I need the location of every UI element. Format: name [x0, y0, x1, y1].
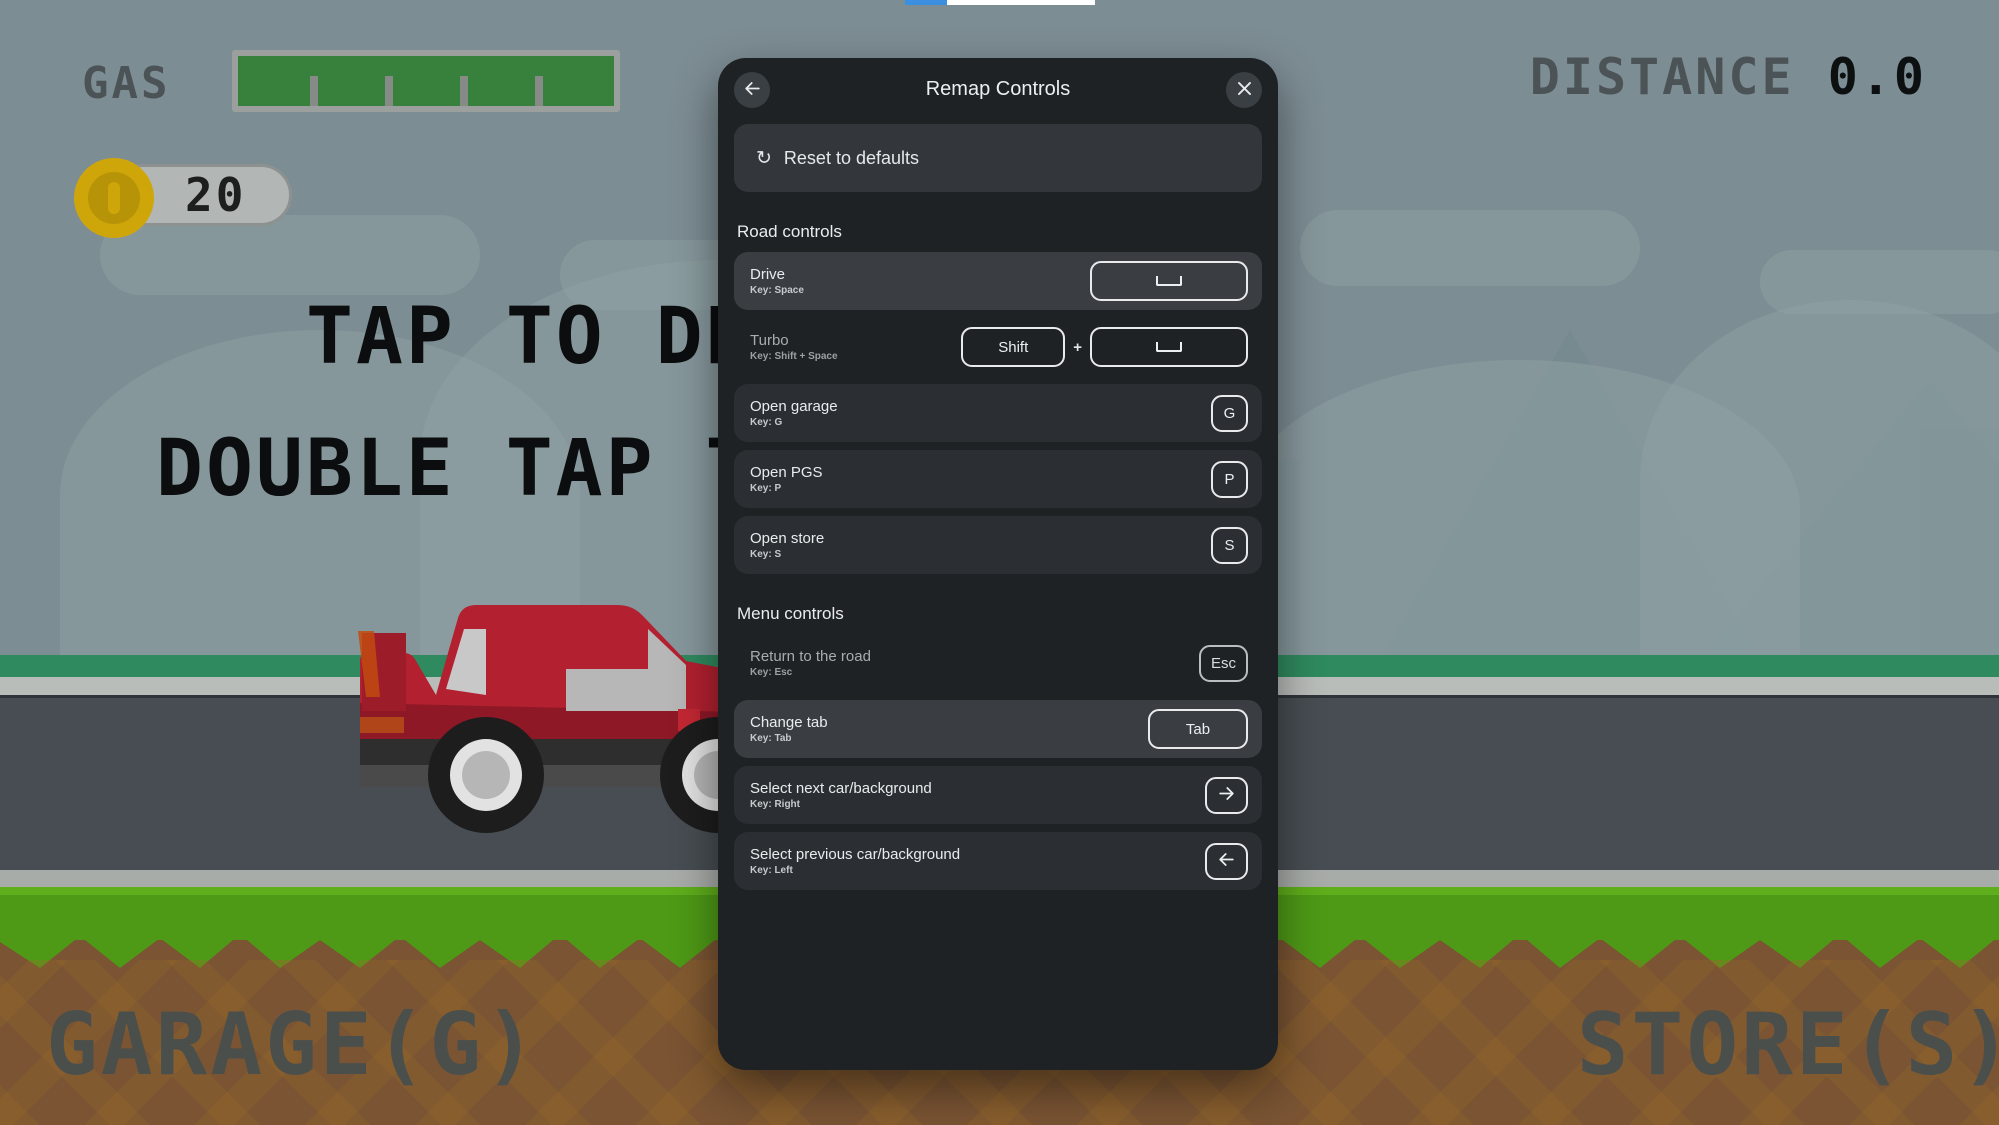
control-key: Key: S [750, 549, 782, 560]
remap-controls-dialog: Remap Controls ↻ Reset to defaults Road … [718, 58, 1278, 1070]
reset-to-defaults-label: Reset to defaults [783, 147, 920, 168]
control-name: Open PGS [750, 464, 823, 481]
control-row-return-to-road[interactable]: Return to the road Key: Esc Esc [734, 634, 1262, 692]
control-row-text: Return to the road Key: Esc [750, 648, 871, 678]
space-bar-icon [1156, 342, 1182, 352]
keycap-g[interactable]: G [1211, 394, 1248, 432]
control-row-text: Open PGS Key: P [750, 464, 823, 494]
control-name: Turbo [750, 332, 789, 349]
keycap-s[interactable]: S [1211, 526, 1248, 564]
control-name: Select next car/background [750, 780, 932, 797]
section-title-road-controls: Road controls [737, 222, 842, 241]
control-row-select-previous[interactable]: Select previous car/background Key: Left [734, 832, 1262, 890]
dialog-body: ↻ Reset to defaults Road controls Drive … [718, 120, 1278, 1070]
control-row-text: Drive Key: Space [750, 266, 804, 296]
keycap-arrow-right[interactable] [1205, 776, 1248, 814]
control-name: Open store [750, 530, 825, 547]
reset-icon: ↻ [756, 147, 772, 169]
dialog-title: Remap Controls [925, 77, 1071, 100]
control-row-change-tab[interactable]: Change tab Key: Tab Tab [734, 700, 1262, 758]
control-name: Return to the road [750, 648, 871, 665]
keycap-shift[interactable]: Shift [961, 327, 1066, 367]
combo-plus: + [1073, 338, 1082, 356]
control-key: Key: Shift + Space [750, 351, 838, 362]
keycap-combo: Shift + [961, 327, 1248, 367]
control-key: Key: Right [750, 799, 800, 810]
control-name: Change tab [750, 714, 828, 731]
section-title-menu-controls: Menu controls [737, 604, 844, 623]
control-row-turbo[interactable]: Turbo Key: Shift + Space Shift + [734, 318, 1262, 376]
keycap-space[interactable] [1090, 327, 1248, 367]
control-row-open-pgs[interactable]: Open PGS Key: P P [734, 450, 1262, 508]
close-icon [1235, 79, 1254, 101]
close-button[interactable] [1226, 72, 1262, 108]
reset-to-defaults-button[interactable]: ↻ Reset to defaults [734, 124, 1262, 192]
control-key: Key: Space [750, 285, 804, 296]
back-button[interactable] [734, 72, 770, 108]
arrow-left-icon [743, 79, 762, 101]
control-key: Key: G [750, 417, 783, 428]
control-key: Key: Left [750, 865, 793, 876]
control-row-select-next[interactable]: Select next car/background Key: Right [734, 766, 1262, 824]
keycap-tab[interactable]: Tab [1148, 709, 1248, 749]
control-row-open-garage[interactable]: Open garage Key: G G [734, 384, 1262, 442]
control-row-text: Turbo Key: Shift + Space [750, 332, 838, 362]
modal-overlay: Remap Controls ↻ Reset to defaults Road … [0, 0, 1999, 1125]
control-row-drive[interactable]: Drive Key: Space [734, 252, 1262, 310]
control-row-text: Open garage Key: G [750, 398, 838, 428]
space-bar-icon [1156, 276, 1182, 286]
page-load-progress-fill [905, 0, 947, 5]
control-row-text: Select next car/background Key: Right [750, 780, 932, 810]
control-row-text: Select previous car/background Key: Left [750, 846, 960, 876]
dialog-header: Remap Controls [718, 58, 1278, 120]
keycap-arrow-left[interactable] [1205, 842, 1248, 880]
keycap-esc[interactable]: Esc [1198, 644, 1248, 682]
page-load-progress-bar [905, 0, 1095, 5]
control-name: Select previous car/background [750, 846, 961, 863]
control-key: Key: P [750, 483, 782, 494]
keycap-space[interactable] [1090, 261, 1248, 301]
control-name: Open garage [750, 398, 838, 415]
keycap-p[interactable]: P [1211, 460, 1248, 498]
arrow-right-icon [1217, 784, 1236, 807]
control-row-open-store[interactable]: Open store Key: S S [734, 516, 1262, 574]
control-key: Key: Esc [750, 667, 793, 678]
control-row-text: Change tab Key: Tab [750, 714, 828, 744]
control-name: Drive [750, 266, 786, 283]
control-row-text: Open store Key: S [750, 530, 824, 560]
control-key: Key: Tab [750, 733, 792, 744]
arrow-left-icon [1217, 850, 1236, 873]
